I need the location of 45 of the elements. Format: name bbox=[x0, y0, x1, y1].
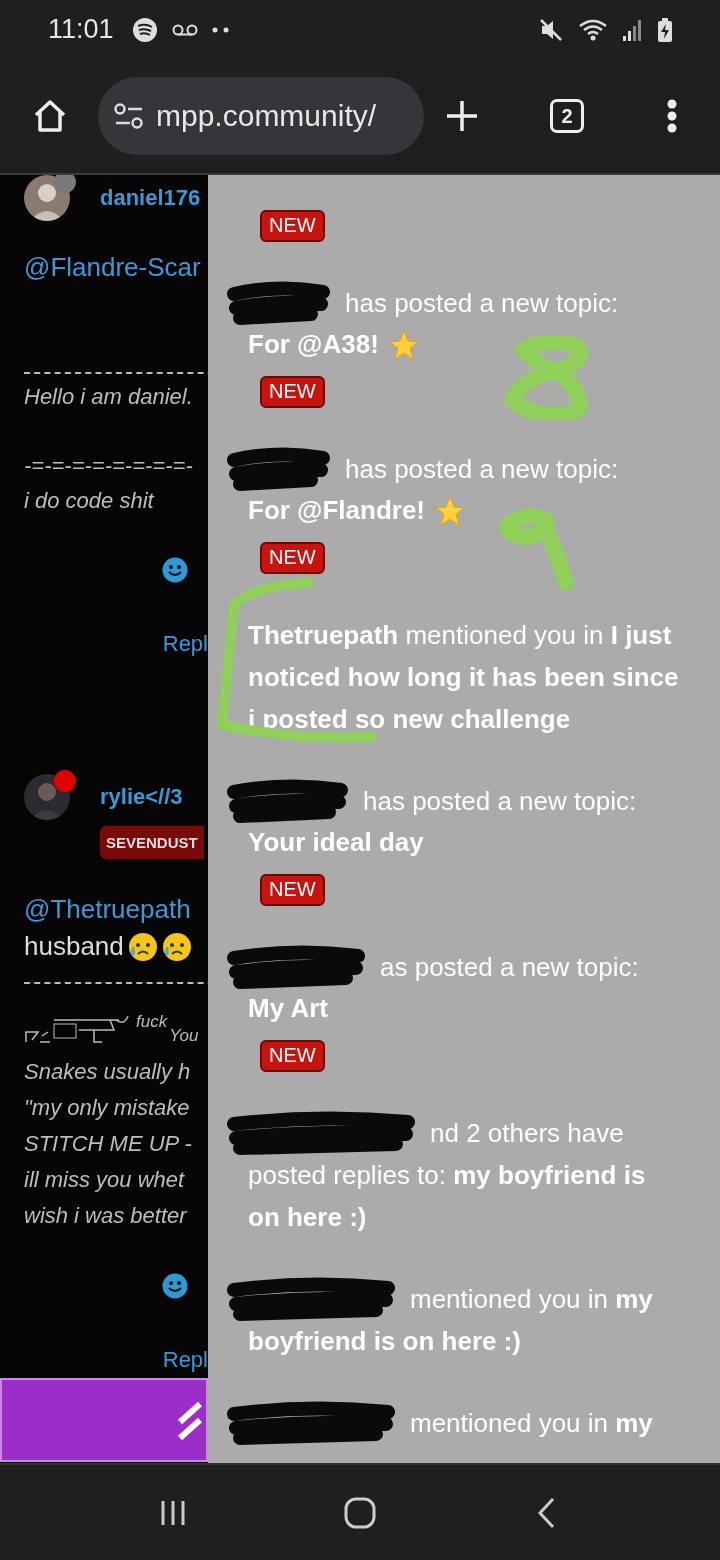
new-badge: NEW bbox=[260, 209, 325, 242]
user-group-badge: SEVENDUST bbox=[100, 825, 204, 859]
signal-icon bbox=[622, 17, 644, 42]
signature-text: fuck bbox=[136, 1011, 168, 1032]
voicemail-icon bbox=[171, 22, 198, 37]
address-bar[interactable]: mpp.community/ bbox=[98, 77, 424, 156]
tab-count-button[interactable]: 2 bbox=[550, 99, 584, 134]
more-notifications-icon bbox=[211, 26, 230, 33]
more-icon bbox=[666, 98, 678, 135]
emoji-reaction-button[interactable] bbox=[162, 1272, 188, 1299]
mute-icon bbox=[538, 16, 564, 43]
wifi-icon bbox=[578, 17, 608, 42]
user-mention[interactable]: @Flandre-Scar bbox=[24, 248, 208, 285]
signature-text: You bbox=[169, 1025, 199, 1046]
new-badge: NEW bbox=[260, 1039, 325, 1072]
reply-link[interactable]: Repl bbox=[162, 1344, 208, 1375]
music-app-icon bbox=[131, 16, 158, 43]
url-text: mpp.community/ bbox=[156, 99, 377, 134]
worried-face-icon bbox=[127, 931, 158, 962]
notification-text: has posted a new topic: bbox=[344, 286, 620, 320]
signature-text: STITCH ME UP - bbox=[24, 1129, 193, 1158]
username[interactable]: daniel176 bbox=[100, 184, 201, 211]
signature-text: Hello i am daniel. bbox=[24, 382, 194, 411]
battery-charging-icon bbox=[658, 17, 672, 42]
site-settings-icon[interactable] bbox=[114, 103, 144, 130]
signature-text: -=-=-=-=-=-=-=-=- bbox=[24, 451, 194, 480]
signature-text: Snakes usually h bbox=[24, 1057, 192, 1086]
notification-text: has posted a new topic: bbox=[344, 452, 620, 486]
clock-time: 11:01 bbox=[48, 14, 114, 46]
notification-text: as posted a new topic: bbox=[379, 950, 640, 984]
notification-text: has posted a new topic: bbox=[362, 784, 638, 818]
signature-text: i do code shit bbox=[24, 486, 156, 515]
worried-face-icon bbox=[161, 931, 192, 962]
signature-text: "my only mistake bbox=[24, 1093, 191, 1122]
new-badge: NEW bbox=[260, 541, 325, 574]
new-badge: NEW bbox=[260, 873, 325, 906]
reply-link[interactable]: Repl bbox=[162, 628, 208, 659]
home-square-icon bbox=[343, 1495, 377, 1530]
emoji-reaction-button[interactable] bbox=[162, 556, 188, 583]
post-text: husband bbox=[24, 931, 124, 963]
signature-text: ill miss you whet bbox=[24, 1165, 186, 1194]
user-mention[interactable]: @Thetruepath bbox=[24, 890, 208, 927]
new-badge: NEW bbox=[260, 375, 325, 408]
signature-text: wish i was better bbox=[24, 1201, 189, 1230]
username[interactable]: rylie<//3 bbox=[100, 783, 183, 810]
